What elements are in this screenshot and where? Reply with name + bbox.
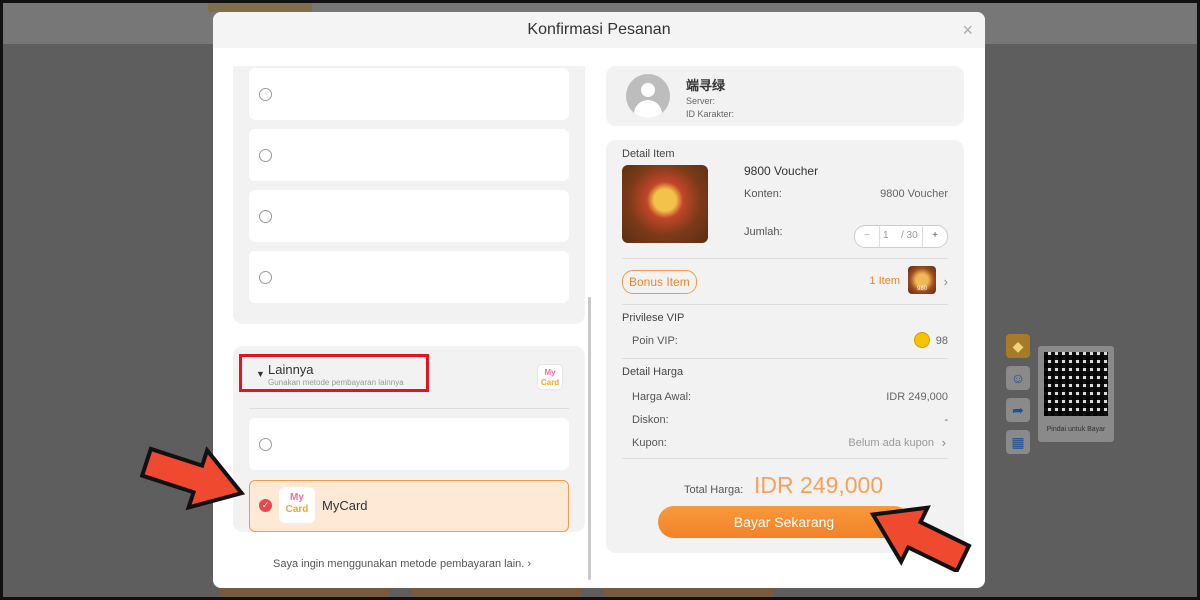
total-price-label: Total Harga: — [684, 484, 744, 496]
server-label: Server: — [686, 96, 716, 106]
vip-points-value: 98 — [935, 335, 948, 347]
radio-button[interactable] — [259, 438, 272, 451]
caret-down-icon: ▼ — [256, 369, 265, 379]
coupon-value[interactable]: Belum ada kupon — [848, 437, 934, 449]
other-payment-title: Lainnya — [268, 362, 314, 377]
chevron-right-icon[interactable]: › — [944, 274, 948, 289]
item-image — [622, 165, 708, 243]
other-payment-subtitle: Gunakan metode pembayaran lainnya — [268, 378, 404, 387]
payment-option[interactable] — [249, 418, 569, 470]
price-section-label: Detail Harga — [622, 366, 684, 378]
pointer-arrow-icon — [869, 505, 972, 572]
discount-label: Diskon: — [632, 414, 669, 426]
background-game-thumb — [604, 588, 774, 600]
mycard-label: MyCard — [322, 498, 368, 513]
radio-button[interactable] — [259, 271, 272, 284]
divider — [622, 358, 948, 359]
divider — [249, 408, 569, 409]
payment-method-list — [233, 66, 585, 324]
support-icon[interactable]: ☺ — [1006, 366, 1030, 390]
share-icon[interactable]: ➦ — [1006, 398, 1030, 422]
background-game-thumb — [220, 588, 390, 600]
character-id-label: ID Karakter: — [686, 109, 735, 119]
payment-option[interactable] — [249, 190, 569, 242]
quantity-max: / 30 — [901, 230, 918, 241]
detail-card: Detail Item 9800 Voucher Konten: 9800 Vo… — [606, 140, 964, 553]
payment-methods-panel: ▼ Lainnya Gunakan metode pembayaran lain… — [233, 66, 585, 570]
other-payment-group: ▼ Lainnya Gunakan metode pembayaran lain… — [233, 346, 585, 532]
user-name: 端寻绿 — [686, 78, 726, 93]
payment-option[interactable] — [249, 251, 569, 303]
pointer-arrow-icon — [140, 446, 246, 511]
other-payment-header[interactable]: ▼ Lainnya Gunakan metode pembayaran lain… — [239, 354, 429, 392]
content-label: Konten: — [744, 188, 782, 200]
modal-header: Konfirmasi Pesanan × — [213, 12, 985, 48]
side-toolbar: ◆ ☺ ➦ ▦ — [1006, 334, 1032, 462]
vip-coin-icon — [914, 332, 930, 348]
user-card: 端寻绿 Server: ID Karakter: — [606, 66, 964, 126]
qr-code-icon[interactable]: ▦ — [1006, 430, 1030, 454]
original-price-label: Harga Awal: — [632, 391, 692, 403]
divider — [622, 258, 948, 259]
qr-caption: Pindai untuk Bayar — [1046, 426, 1106, 433]
mycard-logo-icon: My Card — [279, 487, 315, 523]
quantity-label: Jumlah: — [744, 226, 783, 238]
chevron-right-icon[interactable]: › — [942, 435, 946, 450]
divider — [622, 458, 948, 459]
other-payment-link[interactable]: Saya ingin menggunakan metode pembayaran… — [273, 558, 531, 570]
original-price-value: IDR 249,000 — [886, 391, 948, 403]
divider — [622, 304, 948, 305]
payment-option[interactable] — [249, 68, 569, 120]
avatar — [626, 74, 670, 118]
modal-title: Konfirmasi Pesanan — [527, 21, 671, 38]
background-logo — [208, 0, 312, 12]
scrollbar[interactable] — [588, 297, 591, 580]
game-icon[interactable]: ◆ — [1006, 334, 1030, 358]
bonus-item-thumbnail[interactable]: 980 — [908, 266, 936, 294]
radio-button[interactable] — [259, 88, 272, 101]
bonus-item-count[interactable]: 1 Item — [869, 275, 900, 287]
order-details-panel: 端寻绿 Server: ID Karakter: Detail Item 980… — [606, 66, 964, 553]
quantity-stepper: − 1 / 30 + — [854, 225, 948, 248]
bonus-item-badge[interactable]: Bonus Item — [622, 270, 697, 294]
total-price-value: IDR 249,000 — [754, 472, 884, 498]
coupon-label: Kupon: — [632, 437, 667, 449]
content-value: 9800 Voucher — [880, 188, 948, 200]
discount-value: - — [944, 414, 948, 426]
radio-button[interactable] — [259, 149, 272, 162]
close-button[interactable]: × — [962, 12, 973, 48]
vip-points-label: Poin VIP: — [632, 335, 678, 347]
qr-code-image — [1044, 352, 1108, 416]
vip-section-label: Privilese VIP — [622, 312, 685, 324]
decrement-button[interactable]: − — [855, 226, 880, 247]
background-game-thumb — [412, 588, 582, 600]
check-icon: ✓ — [259, 499, 272, 512]
radio-button[interactable] — [259, 210, 272, 223]
payment-option-mycard[interactable]: ✓ My Card MyCard — [249, 480, 569, 532]
quantity-value[interactable]: 1 — [883, 230, 889, 241]
qr-panel: Pindai untuk Bayar — [1038, 346, 1114, 442]
mycard-logo-icon: My Card — [537, 364, 563, 390]
item-name: 9800 Voucher — [744, 164, 819, 178]
increment-button[interactable]: + — [922, 226, 947, 247]
payment-option[interactable] — [249, 129, 569, 181]
item-section-label: Detail Item — [622, 148, 675, 160]
